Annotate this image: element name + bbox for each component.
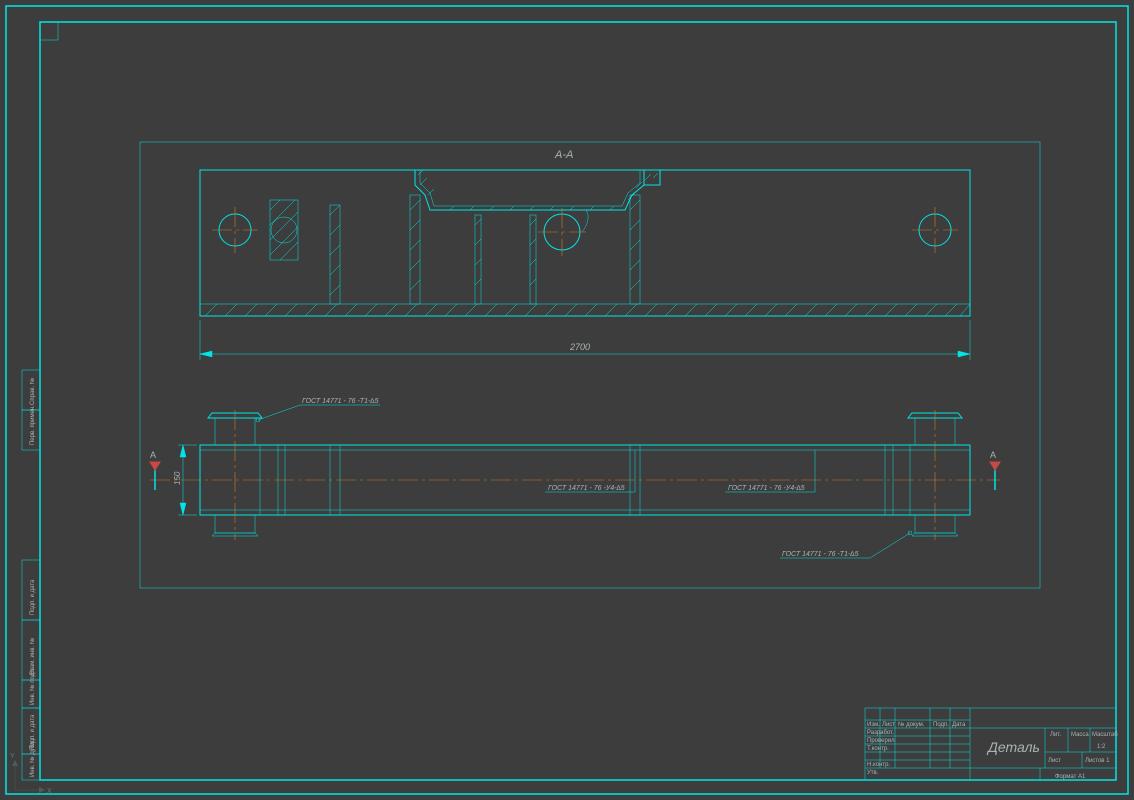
dimension-width <box>200 320 970 360</box>
sidebar-strip: Подп. и дата Взам. инв. № Инв. № подл. П… <box>22 370 40 780</box>
section-marker-right: A <box>990 450 1000 490</box>
svg-text:Лист: Лист <box>1048 758 1061 764</box>
dim-height-text: 150 <box>173 471 182 485</box>
svg-text:Дата: Дата <box>952 722 966 728</box>
frame-notch <box>40 22 58 40</box>
view-bounds <box>140 142 1040 588</box>
svg-text:Проверил: Проверил <box>867 738 895 744</box>
svg-text:X: X <box>47 788 52 795</box>
section-marker-left: A <box>150 450 160 490</box>
drawing-title: Деталь <box>986 739 1040 755</box>
svg-text:Перв. примен.: Перв. примен. <box>30 405 36 445</box>
weld2-text: ГОСТ 14771 - 76 -У4-∆5 <box>548 485 625 492</box>
dim-width-text: 2700 <box>569 342 590 352</box>
drawing-frame <box>40 22 1116 780</box>
svg-text:Разработ.: Разработ. <box>867 730 894 736</box>
svg-text:Масштаб: Масштаб <box>1092 732 1118 738</box>
weld-callout-1 <box>256 405 380 422</box>
svg-text:A: A <box>150 450 156 460</box>
svg-text:№ докум.: № докум. <box>898 721 925 728</box>
svg-text:Т.контр.: Т.контр. <box>867 746 889 752</box>
svg-text:Масса: Масса <box>1071 732 1089 738</box>
svg-text:Лит.: Лит. <box>1050 732 1061 738</box>
svg-text:A: A <box>990 450 996 460</box>
weld1-text: ГОСТ 14771 - 76 -Т1-∆5 <box>302 398 379 405</box>
svg-text:Инв. № дубл.: Инв. № дубл. <box>29 740 36 777</box>
svg-text:1:2: 1:2 <box>1097 744 1106 750</box>
svg-text:Инв. № подл.: Инв. № подл. <box>29 667 36 705</box>
svg-text:Листов 1: Листов 1 <box>1085 758 1110 764</box>
svg-text:Y: Y <box>10 753 15 760</box>
svg-text:Лист: Лист <box>882 722 895 728</box>
svg-text:Подп.: Подп. <box>933 722 949 728</box>
weld3-text: ГОСТ 14771 - 76 -У4-∆5 <box>728 485 805 492</box>
svg-text:Н.контр.: Н.контр. <box>867 762 890 768</box>
svg-text:Утв.: Утв. <box>867 770 879 776</box>
svg-text:Справ. №: Справ. № <box>29 378 36 405</box>
section-label: А-А <box>554 149 573 161</box>
svg-text:Формат A1: Формат A1 <box>1055 774 1086 780</box>
weld4-text: ГОСТ 14771 - 76 -Т1-∆5 <box>782 551 859 558</box>
svg-text:Изм.: Изм. <box>867 722 880 728</box>
top-section-view <box>200 170 970 316</box>
title-block: Изм. Лист № докум. Подп. Дата Разработ. … <box>865 708 1118 780</box>
bottom-plan-view <box>150 410 1000 540</box>
outer-border <box>6 6 1128 794</box>
svg-text:Подп. и дата: Подп. и дата <box>30 579 36 615</box>
